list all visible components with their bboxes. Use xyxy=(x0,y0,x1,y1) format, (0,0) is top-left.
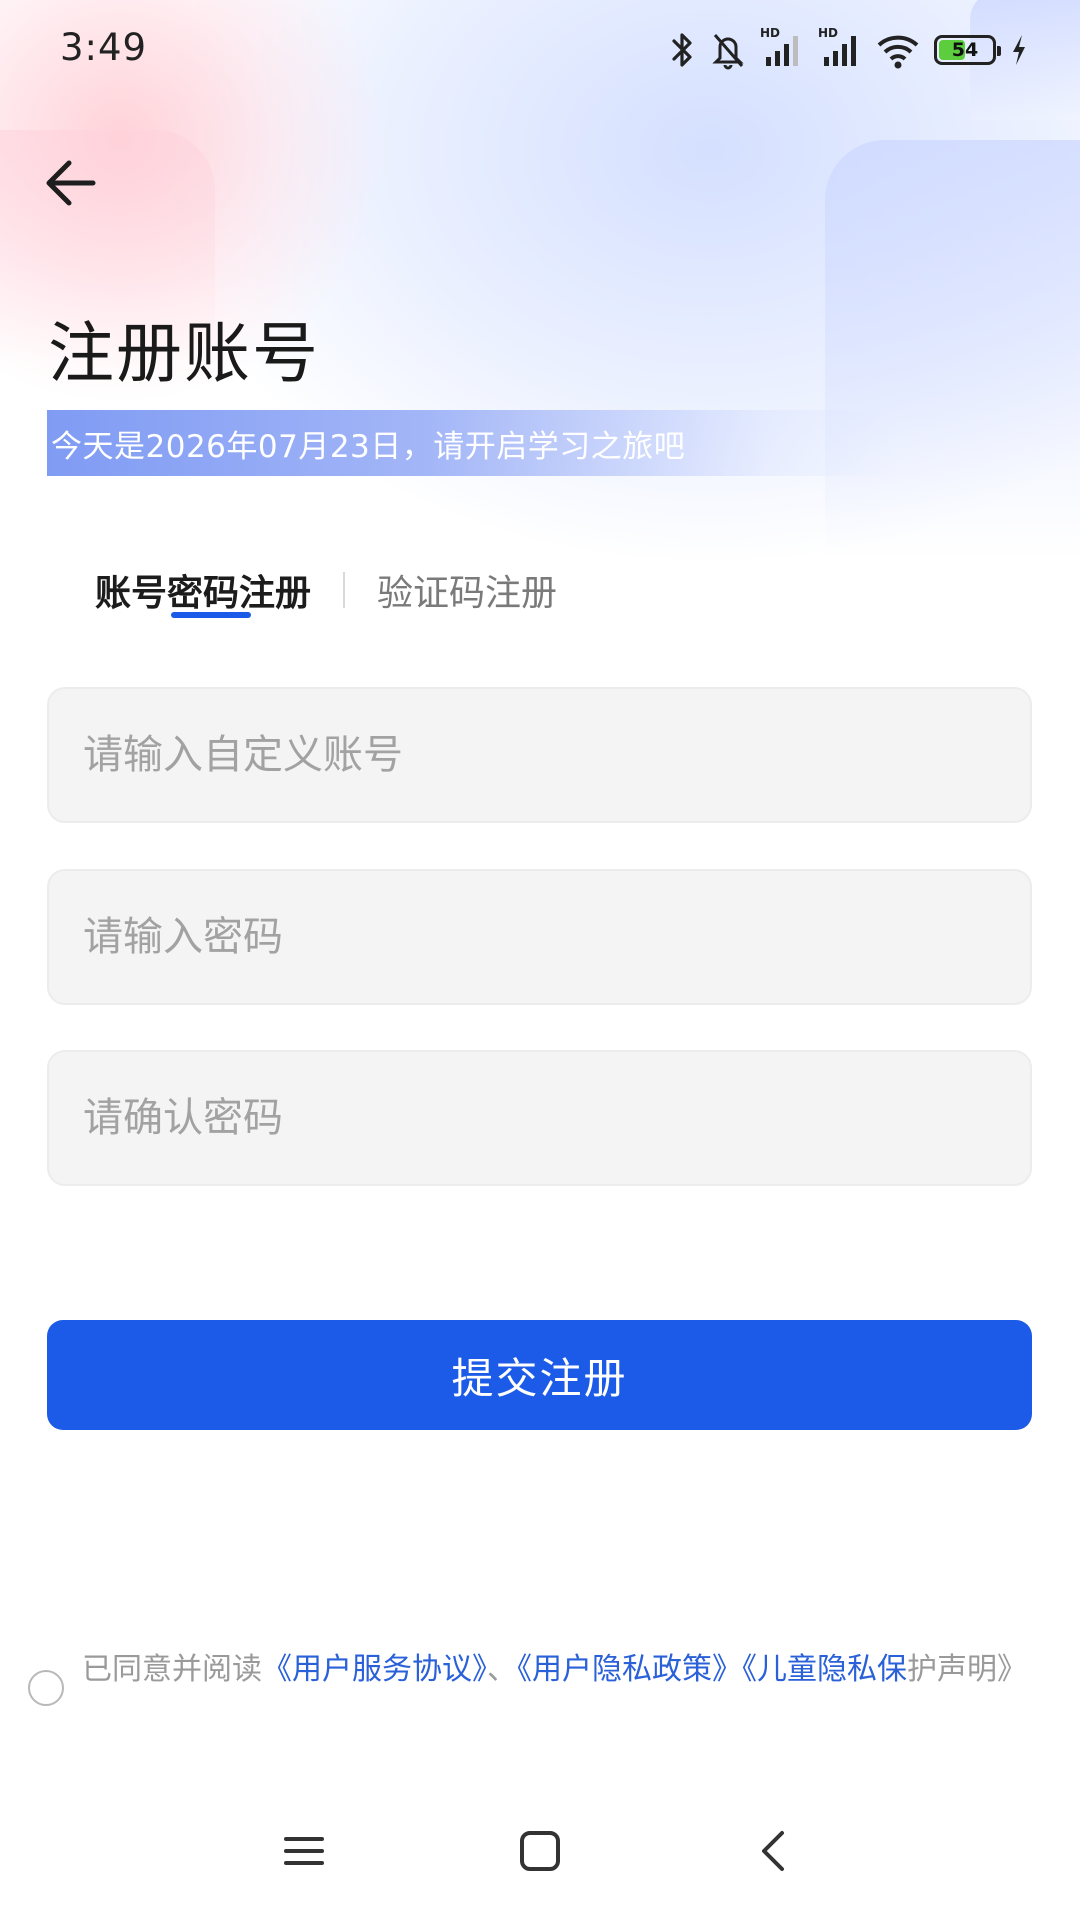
register-screen: 3:49 HD HD 54 注册账号 今天是2026年07月23日，请开启学习之… xyxy=(0,0,1080,1920)
background-shape-right xyxy=(825,140,1080,560)
agreement-prefix: 已同意并阅读 xyxy=(82,1652,262,1687)
account-field-container xyxy=(47,687,1032,823)
nav-home-button[interactable] xyxy=(510,1828,570,1878)
active-tab-indicator xyxy=(171,612,251,618)
arrow-left-icon xyxy=(41,153,101,217)
submit-register-button[interactable]: 提交注册 xyxy=(47,1320,1032,1430)
page-title: 注册账号 xyxy=(48,315,320,392)
signal-icon-2: HD xyxy=(818,26,862,70)
network-type-label-2: HD xyxy=(818,26,839,40)
user-service-agreement-link[interactable]: 《用户服务协议》 xyxy=(262,1652,487,1687)
child-privacy-link[interactable]: 《儿童隐私保 xyxy=(742,1652,907,1687)
battery-level: 54 xyxy=(951,39,979,61)
back-button[interactable] xyxy=(36,150,106,220)
register-tabs: 账号密码注册 验证码注册 xyxy=(95,550,557,630)
wifi-icon xyxy=(876,30,920,70)
date-banner-text: 今天是2026年07月23日，请开启学习之旅吧 xyxy=(51,428,686,465)
menu-icon xyxy=(282,1831,326,1875)
tab-divider xyxy=(343,572,346,608)
tab-account-password[interactable]: 账号密码注册 xyxy=(95,564,311,616)
date-banner: 今天是2026年07月23日，请开启学习之旅吧 xyxy=(47,410,897,476)
home-square-icon xyxy=(518,1829,562,1877)
status-icons: HD HD 54 xyxy=(670,26,1028,72)
status-time: 3:49 xyxy=(60,26,148,69)
battery-icon: 54 xyxy=(934,35,1001,65)
tab-verification-code[interactable]: 验证码注册 xyxy=(377,564,557,616)
agreement-text: 已同意并阅读《用户服务协议》、《用户隐私政策》《儿童隐私保护声明》 xyxy=(82,1648,1062,1692)
privacy-policy-link[interactable]: 《用户隐私政策》 xyxy=(517,1652,742,1687)
password-input[interactable] xyxy=(49,871,1030,1003)
agree-checkbox[interactable] xyxy=(28,1670,64,1706)
confirm-password-input[interactable] xyxy=(49,1052,1030,1184)
account-input[interactable] xyxy=(49,689,1030,821)
system-nav-bar xyxy=(0,1810,1080,1890)
charging-icon xyxy=(1010,30,1028,70)
chevron-left-icon xyxy=(756,1829,792,1877)
bluetooth-icon xyxy=(670,30,696,70)
agreement-separator: 、 xyxy=(487,1652,517,1687)
network-type-label: HD xyxy=(760,26,781,40)
confirm-password-field-container xyxy=(47,1050,1032,1186)
status-bar: 3:49 HD HD 54 xyxy=(0,0,1080,100)
nav-menu-button[interactable] xyxy=(274,1828,334,1878)
password-field-container xyxy=(47,869,1032,1005)
nav-back-button[interactable] xyxy=(744,1828,804,1878)
bell-muted-icon xyxy=(710,30,746,70)
child-privacy-suffix: 护声明》 xyxy=(907,1652,1027,1687)
signal-icon: HD xyxy=(760,26,804,70)
